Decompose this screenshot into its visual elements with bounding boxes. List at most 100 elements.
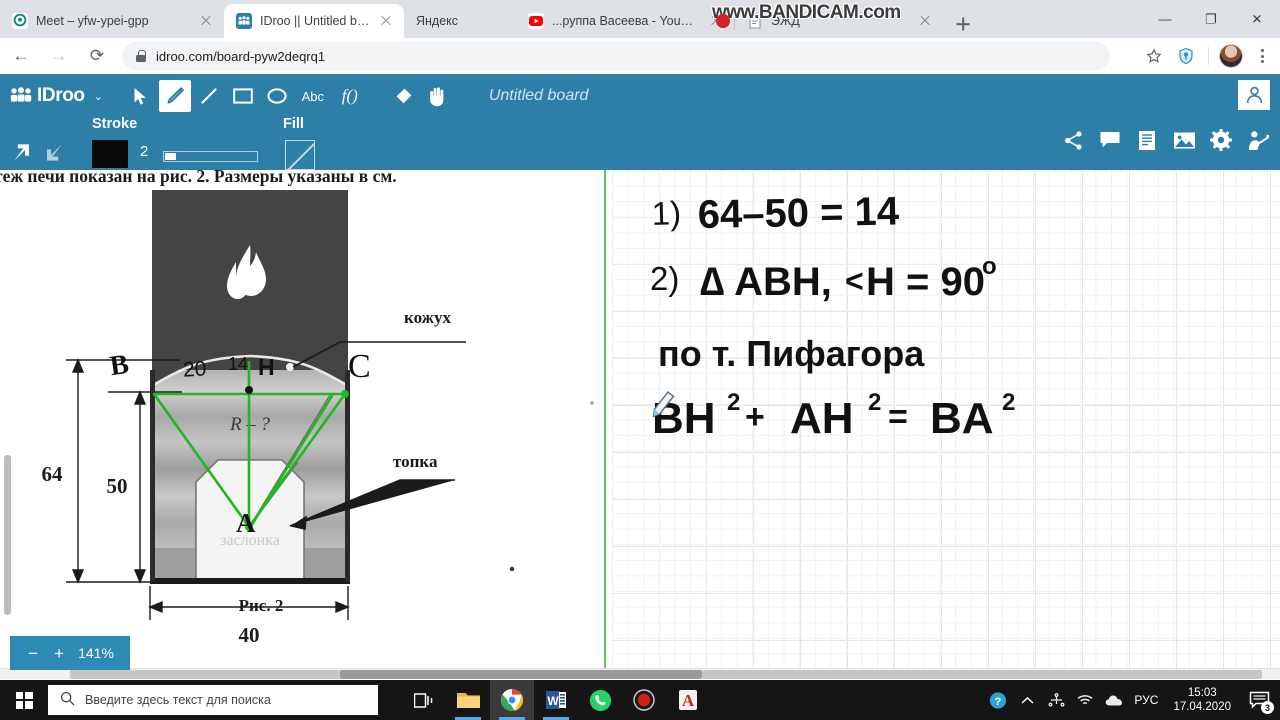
zoom-control[interactable]: − + 141% bbox=[10, 636, 130, 670]
file-explorer-button[interactable] bbox=[446, 680, 490, 720]
new-tab-button[interactable] bbox=[949, 10, 977, 38]
adobe-reader-button[interactable]: A bbox=[666, 680, 710, 720]
line-tool[interactable] bbox=[193, 80, 225, 112]
start-button[interactable] bbox=[0, 680, 48, 720]
person-icon bbox=[1245, 86, 1263, 104]
people-icon bbox=[10, 87, 32, 105]
idroo-right-actions bbox=[1061, 128, 1270, 152]
share-icon[interactable] bbox=[1061, 128, 1085, 152]
chrome-button[interactable] bbox=[490, 680, 534, 720]
horizontal-scrollbar[interactable] bbox=[0, 668, 1280, 679]
eraser-tool[interactable] bbox=[387, 80, 419, 112]
stroke-width-value: 2 bbox=[140, 143, 149, 160]
board-title[interactable]: Untitled board bbox=[489, 87, 589, 105]
windows-icon bbox=[15, 691, 33, 709]
whatsapp-button[interactable] bbox=[578, 680, 622, 720]
stroke-width-slider[interactable] bbox=[163, 151, 258, 162]
wifi-icon[interactable] bbox=[1076, 691, 1094, 709]
close-window-button[interactable]: ✕ bbox=[1234, 3, 1280, 35]
figure-caption: Рис. 2 bbox=[238, 596, 284, 615]
image-icon[interactable] bbox=[1172, 128, 1196, 152]
tab-title: ...руппа Васеева - YouTub bbox=[552, 14, 700, 28]
close-icon[interactable] bbox=[378, 13, 394, 29]
vertical-scrollbar[interactable] bbox=[4, 455, 11, 615]
bandicam-button[interactable] bbox=[622, 680, 666, 720]
windows-taskbar: Введите здесь текст для поиска W A ? РУС… bbox=[0, 680, 1280, 720]
settings-icon[interactable] bbox=[1209, 128, 1233, 152]
stroke-color-swatch[interactable] bbox=[92, 140, 128, 168]
fill-color-swatch[interactable] bbox=[285, 140, 315, 170]
chevron-down-icon[interactable]: ⌄ bbox=[94, 90, 103, 103]
minimize-button[interactable]: — bbox=[1142, 3, 1188, 35]
slider-knob[interactable] bbox=[165, 153, 176, 160]
zoom-in-button[interactable]: + bbox=[52, 645, 66, 662]
select-tool[interactable] bbox=[125, 80, 157, 112]
presenter-icon[interactable] bbox=[1246, 128, 1270, 152]
document-icon[interactable] bbox=[1135, 128, 1159, 152]
idroo-brand-name: IDroo bbox=[37, 85, 85, 106]
back-icon: ← bbox=[12, 46, 30, 65]
browser-tab-3[interactable]: ...руппа Васеева - YouTub bbox=[516, 4, 734, 38]
document-heading: теж печи показан на рис. 2. Размеры указ… bbox=[0, 170, 397, 186]
notifications-button[interactable]: 3 bbox=[1246, 687, 1274, 714]
kebab-menu[interactable] bbox=[1248, 42, 1276, 70]
maximize-button[interactable]: ❐ bbox=[1188, 3, 1234, 35]
reload-button[interactable]: ⟳ bbox=[80, 39, 114, 73]
youtube-icon bbox=[528, 13, 544, 29]
notification-badge: 3 bbox=[1261, 701, 1274, 714]
fill-label: Fill bbox=[283, 116, 304, 132]
transparent-slash bbox=[286, 141, 314, 169]
clock-time: 15:03 bbox=[1187, 686, 1217, 699]
browser-tab-1[interactable]: IDroo || Untitled board bbox=[224, 4, 404, 38]
taskbar-search[interactable]: Введите здесь текст для поиска bbox=[48, 685, 378, 715]
scroll-track-left[interactable] bbox=[70, 670, 340, 679]
clock-date: 17.04.2020 bbox=[1173, 701, 1231, 713]
address-text: idroo.com/board-pyw2deqrq1 bbox=[156, 48, 326, 64]
task-view-button[interactable] bbox=[402, 680, 446, 720]
svg-text:?: ? bbox=[995, 695, 1002, 707]
point-label-c: C bbox=[348, 348, 371, 385]
chat-icon[interactable] bbox=[1098, 128, 1122, 152]
close-icon[interactable] bbox=[198, 13, 214, 29]
clock[interactable]: 15:03 17.04.2020 bbox=[1169, 686, 1235, 715]
help-icon[interactable]: ? bbox=[989, 691, 1007, 709]
rectangle-tool[interactable] bbox=[227, 80, 259, 112]
omnibox-actions bbox=[1139, 38, 1276, 74]
forward-icon: → bbox=[50, 46, 68, 65]
zoom-out-button[interactable]: − bbox=[26, 645, 40, 662]
redo-button[interactable] bbox=[42, 140, 68, 166]
forward-button[interactable]: → bbox=[42, 39, 76, 73]
word-button[interactable]: W bbox=[534, 680, 578, 720]
ellipse-tool[interactable] bbox=[261, 80, 293, 112]
minimize-icon: — bbox=[1158, 11, 1172, 27]
avatar[interactable] bbox=[1216, 41, 1246, 71]
user-avatar-button[interactable] bbox=[1238, 80, 1270, 110]
figure-stove-drawing: заслонка R – ? кожух топка 64 50 40 B C … bbox=[0, 190, 600, 660]
meet-icon bbox=[12, 13, 28, 29]
whiteboard-canvas[interactable]: теж печи показан на рис. 2. Размеры указ… bbox=[0, 170, 1280, 680]
tab-title: IDroo || Untitled board bbox=[260, 14, 370, 28]
star-icon[interactable] bbox=[1139, 41, 1169, 71]
reload-icon: ⟳ bbox=[89, 46, 105, 65]
formula-tool[interactable]: f() bbox=[333, 80, 367, 112]
close-icon[interactable] bbox=[917, 13, 933, 29]
label-kozhuh: кожух bbox=[404, 308, 451, 327]
shield-icon[interactable] bbox=[1171, 41, 1201, 71]
maximize-icon: ❐ bbox=[1205, 11, 1217, 27]
back-button[interactable]: ← bbox=[4, 39, 38, 73]
text-tool[interactable]: Abc bbox=[295, 80, 331, 112]
browser-tab-0[interactable]: Meet – yfw-ypei-gpp bbox=[0, 4, 224, 38]
scroll-thumb[interactable] bbox=[340, 670, 702, 679]
scroll-track-right[interactable] bbox=[702, 670, 1262, 679]
language-indicator[interactable]: РУС bbox=[1134, 693, 1158, 707]
address-bar[interactable]: idroo.com/board-pyw2deqrq1 bbox=[122, 42, 1110, 70]
network-icon[interactable] bbox=[1047, 691, 1065, 709]
undo-button[interactable] bbox=[8, 140, 34, 166]
pan-tool[interactable] bbox=[421, 80, 453, 112]
idroo-logo[interactable]: IDroo ⌄ bbox=[10, 85, 103, 107]
search-placeholder: Введите здесь текст для поиска bbox=[85, 693, 271, 707]
onedrive-icon[interactable] bbox=[1105, 691, 1123, 709]
chevron-up-icon[interactable] bbox=[1018, 691, 1036, 709]
browser-tab-2[interactable]: Яндекс bbox=[404, 4, 516, 38]
pencil-tool[interactable] bbox=[158, 80, 191, 112]
